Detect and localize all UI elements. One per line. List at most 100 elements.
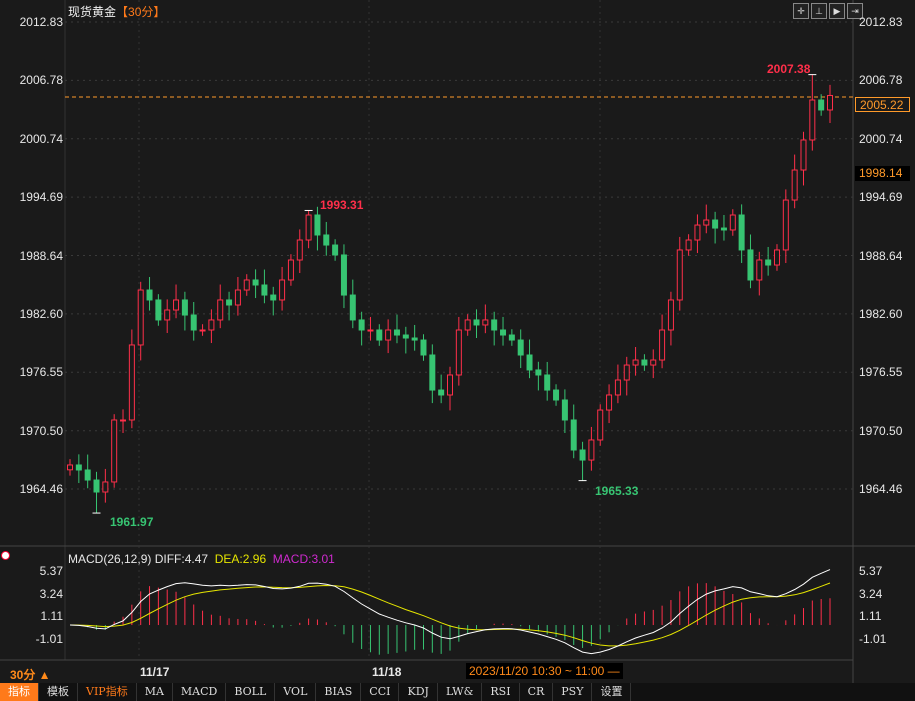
macd-axis-label: -1.01 <box>859 632 887 646</box>
macd-axis-label: 1.11 <box>859 609 882 624</box>
candle-body <box>641 359 648 366</box>
period-label: 【30分】 <box>116 5 166 19</box>
candle-body <box>128 344 135 421</box>
indicator-toolbar: 指标 模板 VIP指标 MA MACD BOLL VOL BIAS CCI KD… <box>0 683 915 701</box>
zoom-in-icon[interactable]: ⊥ <box>811 3 827 19</box>
tab-psy[interactable]: PSY <box>553 683 593 701</box>
high-annotation: 2007.38 <box>767 62 811 76</box>
candle-body <box>800 139 807 171</box>
tab-rsi[interactable]: RSI <box>482 683 520 701</box>
candle-body <box>508 334 515 341</box>
candle-body <box>606 394 613 411</box>
candle-body <box>720 227 727 231</box>
price-axis-label: 1994.69 <box>19 190 63 205</box>
crosshair-icon[interactable]: ✛ <box>793 3 809 19</box>
candle-body <box>75 464 82 471</box>
candle-body <box>623 364 630 381</box>
tab-cr[interactable]: CR <box>520 683 554 701</box>
candle-body <box>155 299 162 321</box>
candle-body <box>747 249 754 281</box>
candle-body <box>217 299 224 321</box>
candle-body <box>323 234 330 246</box>
price-axis-label: 1988.64 <box>19 248 63 263</box>
candle-body <box>482 319 489 326</box>
candle-body <box>650 359 657 366</box>
candle-body <box>234 289 241 306</box>
price-axis-label: 1976.55 <box>19 365 63 380</box>
period-selector[interactable]: 30分 ▲ <box>10 666 51 683</box>
tab-kdj[interactable]: KDJ <box>399 683 438 701</box>
candle-body <box>164 309 171 321</box>
candle-body <box>561 399 568 421</box>
candle-body <box>314 214 321 236</box>
price-axis-label: 2000.74 <box>19 131 63 146</box>
candle-body <box>120 419 127 422</box>
candle-body <box>500 329 507 336</box>
candle-body <box>438 389 445 396</box>
candle-body <box>455 329 462 376</box>
indicator-settings-icon[interactable] <box>1 551 10 560</box>
candle-body <box>685 239 692 251</box>
price-axis-label: 2006.78 <box>859 73 903 88</box>
candle-body <box>137 289 144 346</box>
high-annotation: 1993.31 <box>320 198 364 212</box>
candle-body <box>632 359 639 366</box>
macd-axis-label: 5.37 <box>859 564 883 578</box>
macd-axis-label: 3.24 <box>859 586 883 601</box>
tab-cci[interactable]: CCI <box>361 683 400 701</box>
macd-axis-label: -1.01 <box>35 632 63 646</box>
candle-body <box>544 374 551 391</box>
date-label: 11/17 <box>140 665 170 679</box>
macd-axis-label: 5.37 <box>39 564 63 578</box>
candle-body <box>67 464 73 471</box>
tab-boll[interactable]: BOLL <box>226 683 276 701</box>
candle-body <box>385 329 392 341</box>
price-axis-label: 2012.83 <box>19 15 63 29</box>
tab-bias[interactable]: BIAS <box>316 683 362 701</box>
candle-body <box>270 294 277 301</box>
candle-body <box>614 379 621 396</box>
candle-body <box>252 279 259 286</box>
candle-body <box>358 319 365 331</box>
candle-body <box>93 479 100 493</box>
play-icon[interactable]: ▶ <box>829 3 845 19</box>
macd-header: MACD(26,12,9) DIFF:4.47 DEA:2.96 MACD:3.… <box>68 552 335 566</box>
candle-body <box>535 369 542 376</box>
candle-body <box>667 299 674 331</box>
price-axis-label: 1964.46 <box>19 482 63 496</box>
candle-body <box>190 314 197 331</box>
tab-ma[interactable]: MA <box>137 683 173 701</box>
candle-body <box>782 199 789 251</box>
candle-body <box>173 299 180 311</box>
tab-vol[interactable]: VOL <box>275 683 317 701</box>
candle-body <box>570 419 577 451</box>
tab-indicators[interactable]: 指标 <box>0 683 39 701</box>
reference-price-box: 1998.14 <box>855 166 910 181</box>
price-axis-label: 2000.74 <box>859 131 903 146</box>
candle-body <box>261 284 268 296</box>
tab-templates[interactable]: 模板 <box>39 683 78 701</box>
tab-settings[interactable]: 设置 <box>592 683 632 701</box>
candle-body <box>411 337 418 341</box>
price-axis-label: 1994.69 <box>859 190 903 205</box>
chart-canvas[interactable] <box>0 0 915 683</box>
candle-body <box>738 214 745 251</box>
candle-body <box>332 244 339 256</box>
candle-body <box>349 294 356 321</box>
tab-lw[interactable]: LW& <box>438 683 483 701</box>
candle-body <box>367 329 374 332</box>
candle-body <box>376 329 383 341</box>
tab-macd[interactable]: MACD <box>173 683 227 701</box>
tab-vip-indicators[interactable]: VIP指标 <box>78 683 137 701</box>
price-axis-label: 1976.55 <box>859 365 903 380</box>
candle-body <box>429 354 436 391</box>
candle-body <box>464 319 471 331</box>
low-annotation: 1961.97 <box>110 515 154 529</box>
price-axis-label: 1982.60 <box>19 306 63 321</box>
date-label: 11/18 <box>372 665 402 679</box>
low-annotation: 1965.33 <box>595 484 639 498</box>
candle-body <box>393 329 400 336</box>
candle-body <box>712 219 719 229</box>
macd-axis-label: 1.11 <box>40 609 63 624</box>
candle-body <box>818 99 825 111</box>
